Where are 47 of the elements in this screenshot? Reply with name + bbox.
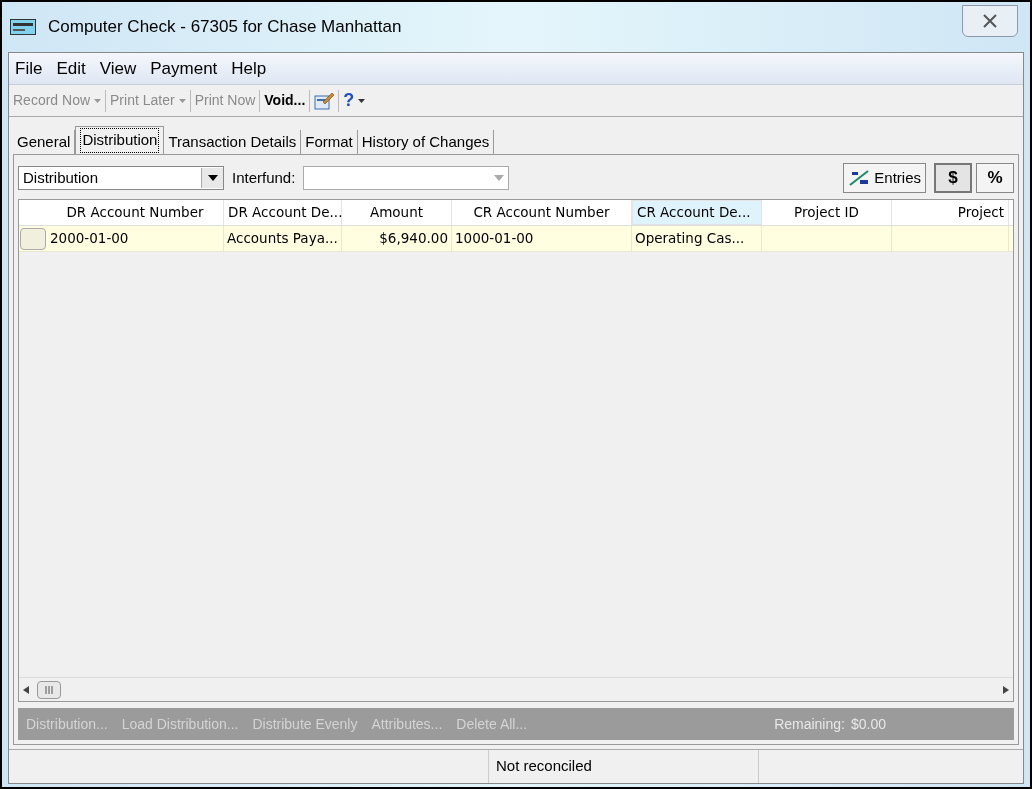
scroll-right-icon bbox=[1003, 685, 1009, 694]
toolbar-button[interactable]: Void... bbox=[264, 90, 306, 111]
scrollbar-thumb[interactable] bbox=[37, 680, 61, 699]
distribution-dropdown[interactable]: Distribution bbox=[18, 166, 224, 190]
tab[interactable]: Distribution bbox=[75, 126, 165, 154]
interfund-label: Interfund: bbox=[232, 167, 296, 188]
status-text: Not reconciled bbox=[496, 756, 592, 777]
check-app-icon bbox=[10, 19, 36, 35]
table-cell: $6,940.00 bbox=[342, 226, 452, 251]
grip-icon bbox=[45, 685, 53, 694]
tab[interactable]: History of Changes bbox=[357, 130, 495, 154]
dropdown-arrow-icon bbox=[207, 175, 218, 181]
table-cell: 1000-01-00 bbox=[452, 226, 632, 251]
menu-item[interactable]: View bbox=[99, 55, 137, 82]
scroll-left-icon bbox=[23, 685, 29, 694]
column-header[interactable]: CR Account De... bbox=[632, 200, 762, 225]
toolbar-button[interactable]: ? bbox=[343, 87, 366, 114]
debit-credit-icon bbox=[848, 169, 871, 187]
remaining-value: $0.00 bbox=[850, 714, 886, 734]
window-title: Computer Check - 67305 for Chase Manhattan bbox=[48, 16, 402, 39]
mode-button[interactable]: $ bbox=[934, 163, 972, 193]
remaining-label: Remaining: bbox=[774, 714, 845, 734]
dropdown-arrow-icon bbox=[494, 175, 505, 181]
mode-button[interactable]: % bbox=[976, 163, 1014, 193]
properties-button[interactable] bbox=[314, 91, 335, 110]
tab[interactable]: Transaction Details bbox=[164, 130, 302, 154]
column-header[interactable]: DR Account Number bbox=[47, 200, 224, 225]
entries-button[interactable]: Entries bbox=[843, 163, 926, 193]
column-header[interactable]: Project bbox=[892, 200, 1009, 225]
menu-item[interactable]: Payment bbox=[150, 55, 218, 82]
menu-item[interactable]: Help bbox=[231, 55, 267, 82]
row-selector[interactable] bbox=[20, 227, 46, 250]
document-edit-icon bbox=[314, 91, 335, 110]
menu-item[interactable]: Edit bbox=[56, 55, 86, 82]
close-button[interactable] bbox=[962, 5, 1018, 37]
column-header[interactable]: Project ID bbox=[762, 200, 892, 225]
tab[interactable]: Format bbox=[301, 130, 358, 154]
caret-icon bbox=[178, 98, 186, 103]
close-icon bbox=[983, 14, 997, 28]
table-cell: Accounts Paya... bbox=[224, 226, 342, 251]
table-cell: Operating Cas... bbox=[632, 226, 762, 251]
column-header[interactable]: DR Account De... bbox=[224, 200, 342, 225]
caret-icon bbox=[358, 98, 366, 103]
column-header[interactable]: Amount bbox=[342, 200, 452, 225]
table-cell: 2000-01-00 bbox=[47, 226, 224, 251]
caret-icon bbox=[94, 98, 102, 103]
menu-item[interactable]: File bbox=[15, 55, 43, 82]
